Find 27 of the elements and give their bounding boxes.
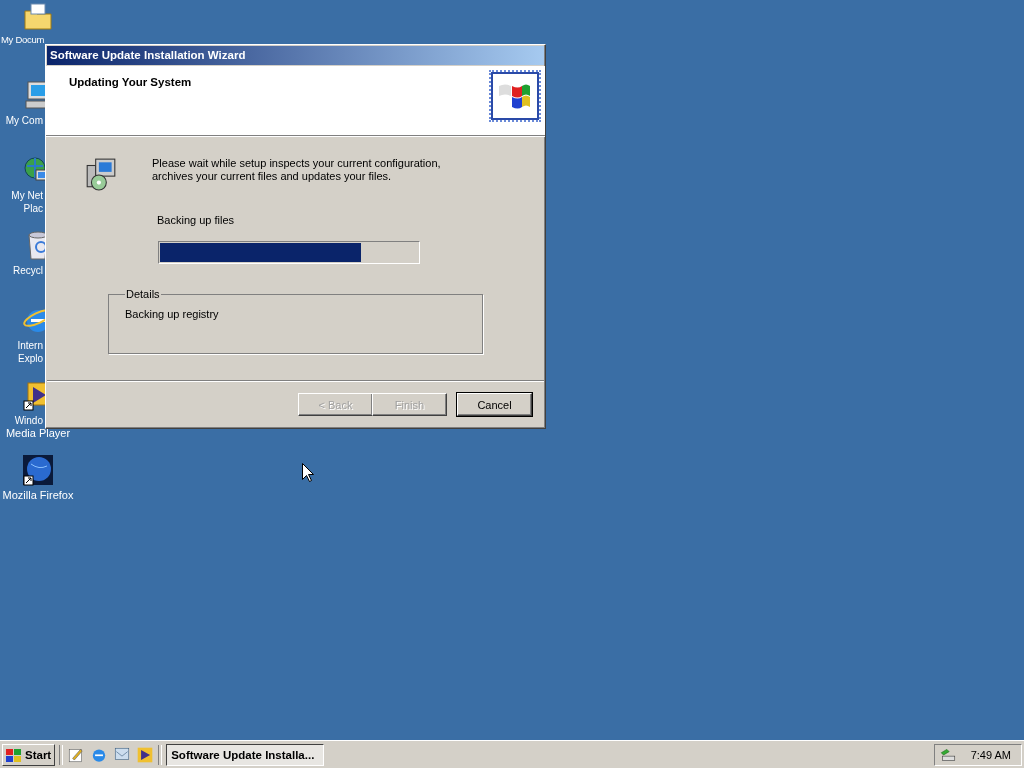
- desktop-icon-label[interactable]: Windo: [0, 414, 43, 427]
- status-text: Backing up files: [157, 214, 236, 226]
- instruction-text: Please wait while setup inspects your current configuration, archives your current files and updates your files.: [152, 157, 442, 183]
- folder-icon[interactable]: [22, 1, 54, 33]
- desktop-icon-label[interactable]: Explo: [0, 352, 43, 365]
- windows-flag-icon: [6, 747, 22, 762]
- windows-flag-icon: [491, 72, 539, 120]
- mouse-pointer-icon: [302, 463, 314, 482]
- play-icon[interactable]: [136, 745, 155, 764]
- desktop-icon-label[interactable]: Recycl: [0, 264, 43, 277]
- clock-text: 7:49 AM: [970, 748, 1011, 761]
- desktop-icon-label[interactable]: My Docum: [0, 33, 44, 46]
- taskbar-window-button[interactable]: Software Update Installa...: [166, 743, 325, 766]
- window-title: Software Update Installation Wizard: [47, 46, 544, 65]
- desktop-icon-label[interactable]: My Com: [0, 114, 43, 127]
- desktop-icon-label[interactable]: Mozilla Firefox: [2, 489, 74, 502]
- globe-shortcut-icon[interactable]: [22, 454, 54, 486]
- wizard-heading: Updating Your System: [69, 76, 192, 88]
- desktop-icon-label[interactable]: Plac: [0, 202, 43, 215]
- desktop-icon-label[interactable]: My Net: [0, 189, 43, 202]
- dialog-button[interactable]: Cancel: [457, 393, 532, 416]
- group-label: Details: [125, 288, 161, 300]
- setup-computer-disc-icon: [84, 157, 118, 191]
- desktop-icon-label[interactable]: Intern: [0, 339, 43, 352]
- start-button[interactable]: Start: [2, 743, 56, 766]
- desktop-icon-label[interactable]: Media Player: [5, 427, 71, 440]
- details-text: Backing up registry: [125, 308, 220, 320]
